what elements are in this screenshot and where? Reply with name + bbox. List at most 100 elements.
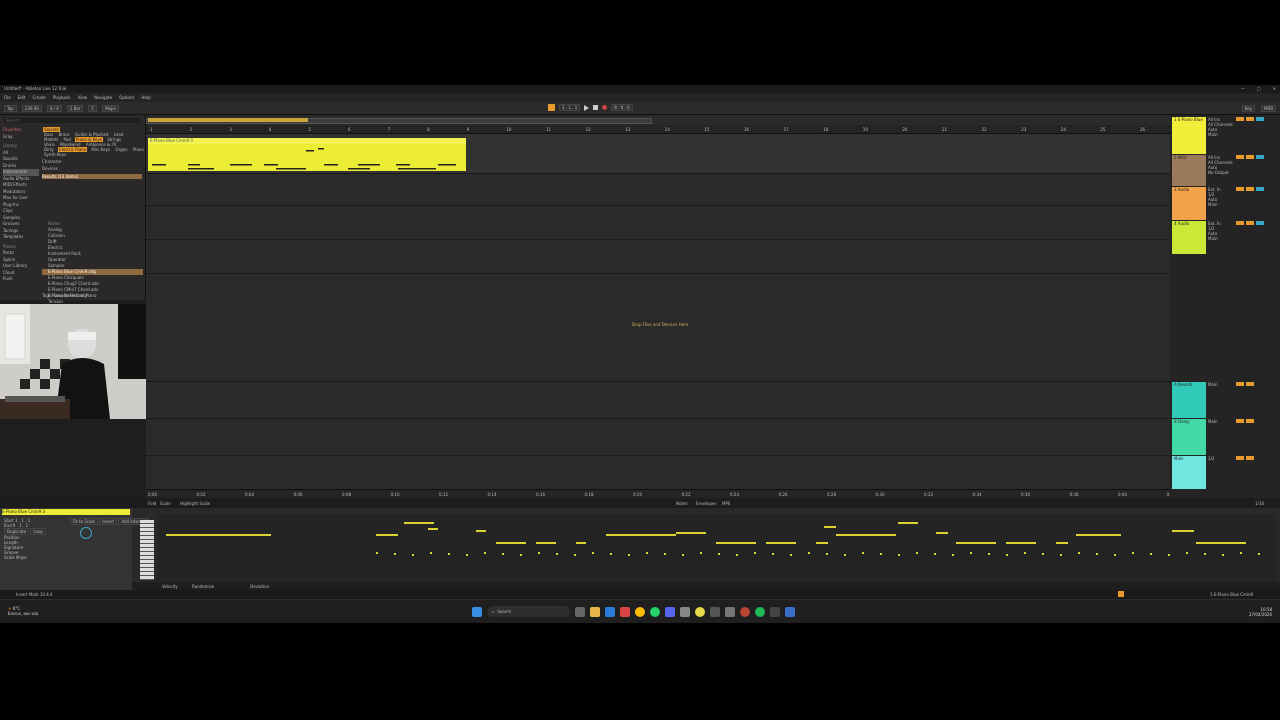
stop-icon[interactable] — [593, 105, 599, 110]
midi-note[interactable] — [1056, 542, 1068, 544]
velocity-marker[interactable] — [1042, 553, 1044, 555]
follow-icon[interactable] — [548, 104, 555, 111]
places-item-push[interactable]: Push — [3, 276, 39, 283]
return-header-2[interactable]: B Delay — [1172, 419, 1206, 455]
app-icon[interactable] — [725, 606, 735, 617]
grid-range[interactable]: 1/16 — [1255, 501, 1264, 506]
velocity-marker[interactable] — [1258, 553, 1260, 555]
store-icon[interactable] — [620, 606, 630, 617]
arrangement-position[interactable]: 1 . 1 . 1 — [559, 104, 581, 111]
solo-button[interactable] — [1246, 187, 1254, 191]
velocity-marker[interactable] — [1204, 553, 1206, 555]
return-header-1[interactable]: A Reverb — [1172, 382, 1206, 418]
solo-button[interactable] — [1246, 221, 1254, 225]
midi-note[interactable] — [824, 526, 836, 528]
record-icon[interactable] — [602, 105, 608, 110]
velocity-marker[interactable] — [1114, 554, 1116, 556]
file-explorer-icon[interactable] — [590, 606, 600, 617]
track-activator[interactable] — [1236, 221, 1244, 225]
midi-note[interactable] — [1006, 542, 1036, 544]
return-name[interactable]: Main — [1172, 456, 1206, 461]
duplicate-button[interactable]: Duplicate — [4, 528, 30, 535]
weather-desc[interactable]: Erorus, auc-ula — [8, 611, 38, 616]
midi-note[interactable] — [1196, 542, 1246, 544]
velocity-marker[interactable] — [772, 553, 774, 555]
menu-view[interactable]: View — [78, 95, 88, 100]
time-ruler[interactable]: 0:00 0:02 0:04 0:06 0:08 0:10 0:12 0:14 0:16 0:18… — [146, 489, 1175, 498]
velocity-marker[interactable] — [592, 552, 594, 554]
transpose-knob[interactable] — [80, 527, 92, 539]
midi-note[interactable] — [1076, 534, 1121, 536]
velocity-marker[interactable] — [1060, 554, 1062, 556]
velocity-marker[interactable] — [538, 552, 540, 554]
track-io-out[interactable]: Main — [1208, 236, 1278, 241]
loop-region[interactable] — [148, 118, 308, 122]
velocity-marker[interactable] — [1096, 553, 1098, 555]
midi-note[interactable] — [404, 522, 434, 524]
tap-tempo-button[interactable]: Tap — [4, 105, 17, 112]
track-activator[interactable] — [1236, 187, 1244, 191]
track-name[interactable]: 1 E-Piano Blue — [1172, 117, 1206, 122]
piano-keys[interactable] — [140, 520, 154, 580]
taskbar-search[interactable]: ⌕ Search — [487, 606, 570, 617]
velocity-marker[interactable] — [718, 553, 720, 555]
midi-note[interactable] — [936, 532, 948, 534]
track-io-out[interactable]: No Output — [1208, 170, 1278, 175]
velocity-marker[interactable] — [880, 553, 882, 555]
velocity-marker[interactable] — [1240, 552, 1242, 554]
track-activator[interactable] — [1236, 155, 1244, 159]
scale-selector[interactable]: Major — [102, 105, 120, 112]
velocity-marker[interactable] — [700, 552, 702, 554]
midi-note[interactable] — [716, 542, 756, 544]
app-icon[interactable] — [740, 606, 750, 617]
velocity-marker[interactable] — [1168, 554, 1170, 556]
app-icon[interactable] — [785, 606, 795, 617]
whatsapp-icon[interactable] — [650, 606, 660, 617]
velocity-marker[interactable] — [736, 554, 738, 556]
tag-synth-keys[interactable]: Synth Keys — [43, 152, 67, 157]
velocity-marker[interactable] — [916, 552, 918, 554]
velocity-marker[interactable] — [970, 552, 972, 554]
tag-group-character[interactable]: Character — [42, 159, 142, 164]
chrome-icon[interactable] — [635, 606, 645, 617]
velocity-marker[interactable] — [502, 553, 504, 555]
drop-area[interactable] — [146, 274, 1170, 382]
velocity-marker[interactable] — [952, 554, 954, 556]
velocity-marker[interactable] — [1078, 552, 1080, 554]
tags-footer-sounds[interactable]: Sounds — [53, 293, 68, 298]
tag-group-devices[interactable]: Devices — [42, 166, 142, 171]
midi-note[interactable] — [376, 534, 398, 536]
midi-note[interactable] — [536, 542, 556, 544]
key-selector[interactable]: C — [88, 105, 98, 112]
arm-button[interactable] — [1256, 117, 1264, 121]
discord-icon[interactable] — [665, 606, 675, 617]
tab-envelopes[interactable]: Envelopes — [696, 501, 717, 506]
velocity-marker[interactable] — [556, 553, 558, 555]
velocity-label[interactable]: Velocity — [162, 584, 178, 589]
track-lane-2[interactable] — [146, 174, 1170, 206]
velocity-marker[interactable] — [484, 552, 486, 554]
velocity-marker[interactable] — [1186, 552, 1188, 554]
return-name[interactable]: A Reverb — [1172, 382, 1206, 387]
scale-value[interactable]: Major — [16, 555, 27, 560]
velocity-marker[interactable] — [610, 553, 612, 555]
master-lane[interactable] — [146, 456, 1170, 490]
invert-button[interactable]: Invert — [99, 518, 118, 525]
randomize-button[interactable]: Randomize — [192, 584, 214, 589]
track-header-3[interactable]: 3 Audio — [1172, 187, 1206, 220]
midi-note[interactable] — [766, 542, 796, 544]
velocity-marker[interactable] — [1222, 554, 1224, 556]
track-name[interactable]: 2 MIDI — [1172, 155, 1206, 160]
browser-search-input[interactable]: Search — [4, 118, 140, 123]
track-io-out[interactable]: Main — [1208, 132, 1278, 137]
track-lane-3[interactable] — [146, 206, 1170, 240]
library-item-templates[interactable]: Templates — [3, 234, 39, 241]
velocity-marker[interactable] — [934, 553, 936, 555]
solo-button[interactable] — [1246, 382, 1254, 386]
return-name[interactable]: B Delay — [1172, 419, 1206, 424]
tab-fold[interactable]: Fold — [148, 501, 156, 506]
track-activator[interactable] — [1236, 456, 1244, 460]
velocity-marker[interactable] — [988, 553, 990, 555]
velocity-marker[interactable] — [466, 554, 468, 556]
track-header-4[interactable]: 4 Audio — [1172, 221, 1206, 254]
